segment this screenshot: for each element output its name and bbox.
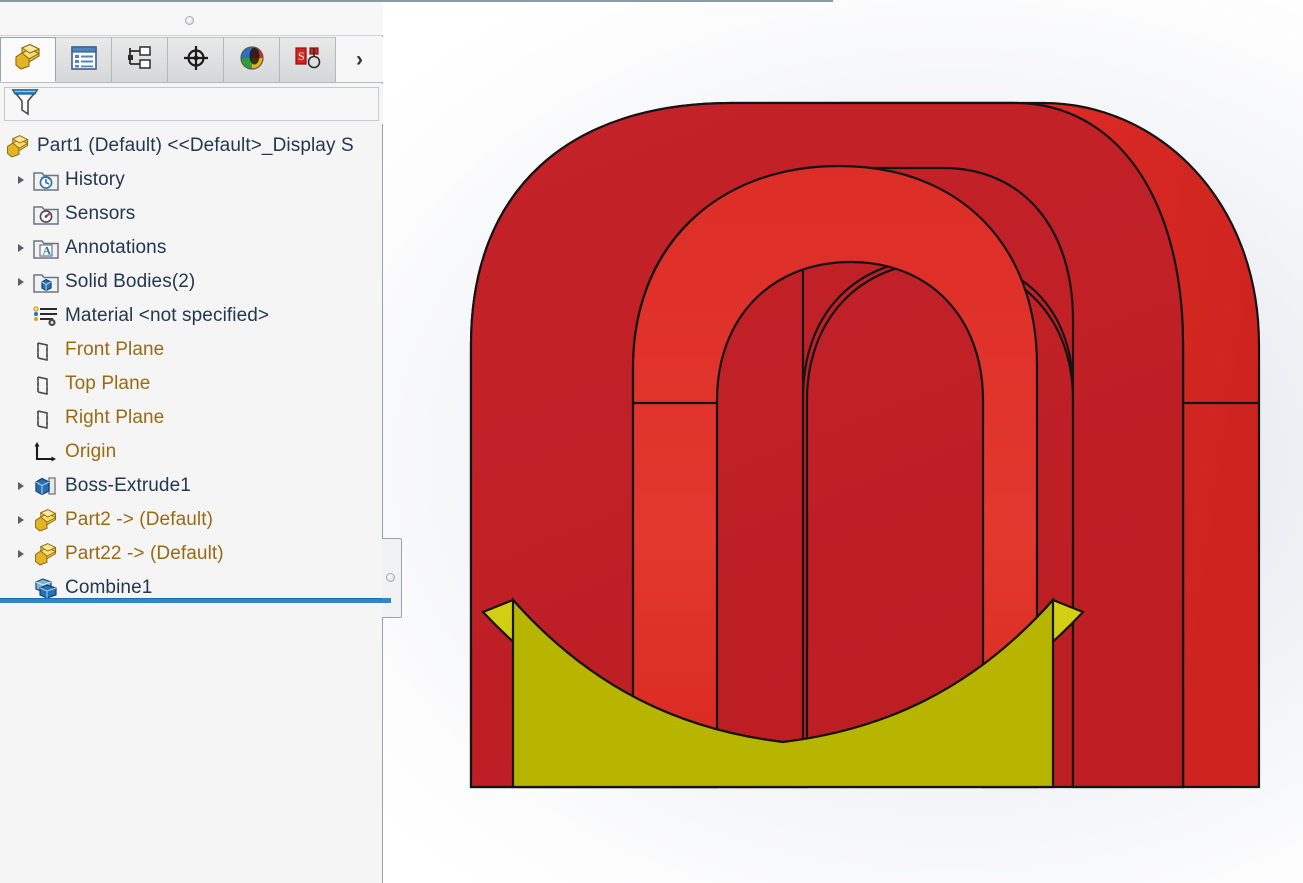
- svg-text:A: A: [43, 244, 52, 258]
- feature-tree[interactable]: Part1 (Default) <<Default>_Display S His…: [0, 127, 382, 599]
- property-list-icon: [71, 46, 97, 75]
- expand-triangle-icon[interactable]: [10, 244, 32, 252]
- tree-row[interactable]: Part22 -> (Default): [0, 537, 382, 571]
- tree-row[interactable]: History: [0, 163, 382, 197]
- tree-row-label: Top Plane: [65, 373, 150, 395]
- tree-row-label: Part22 -> (Default): [65, 543, 224, 565]
- filter-funnel-icon[interactable]: [11, 87, 39, 122]
- rollback-bar[interactable]: [0, 598, 382, 603]
- material-icon: [32, 303, 60, 329]
- solidworks-window: S ›: [0, 0, 1303, 883]
- solid-bodies-folder-icon: [32, 269, 60, 295]
- part-yellow-icon: [32, 541, 60, 567]
- display-sphere-icon: [238, 45, 266, 76]
- tree-row[interactable]: Top Plane: [0, 367, 382, 401]
- search-input[interactable]: [4, 87, 379, 121]
- plane-icon: [32, 405, 60, 431]
- tab-display-manager[interactable]: [224, 37, 280, 82]
- expand-triangle-icon[interactable]: [10, 278, 32, 286]
- part-yellow-icon: [4, 133, 32, 159]
- dimxpert-target-icon: [182, 45, 210, 76]
- tree-row-label: Part2 -> (Default): [65, 509, 213, 531]
- tab-feature-manager[interactable]: [0, 37, 56, 82]
- expand-triangle-icon[interactable]: [10, 550, 32, 558]
- tree-row-label: Annotations: [65, 237, 166, 259]
- tab-dimxpert-manager[interactable]: [168, 37, 224, 82]
- tree-row[interactable]: Boss-Extrude1: [0, 469, 382, 503]
- tree-row-label: Right Plane: [65, 407, 164, 429]
- tab-property-manager[interactable]: [56, 37, 112, 82]
- boss-extrude-icon: [32, 473, 60, 499]
- panel-side-splitter[interactable]: [382, 538, 402, 618]
- feature-manager-panel: S ›: [0, 0, 383, 883]
- tree-row-label: Solid Bodies(2): [65, 271, 195, 293]
- combine-icon: [32, 575, 60, 599]
- part-yellow-icon: [13, 44, 43, 75]
- simulation-icon: S: [294, 45, 322, 76]
- tree-row-label: Sensors: [65, 203, 135, 225]
- tree-row[interactable]: Material <not specified>: [0, 299, 382, 333]
- tree-row-label: History: [65, 169, 125, 191]
- expand-triangle-icon[interactable]: [10, 516, 32, 524]
- tree-row[interactable]: Sensors: [0, 197, 382, 231]
- tree-empty-area: [0, 604, 382, 883]
- rollback-bar-extension: [382, 598, 391, 603]
- tree-row-label: Origin: [65, 441, 116, 463]
- origin-icon: [32, 439, 60, 465]
- tree-row[interactable]: Solid Bodies(2): [0, 265, 382, 299]
- history-folder-icon: [32, 167, 60, 193]
- tree-row-root[interactable]: Part1 (Default) <<Default>_Display S: [0, 129, 382, 163]
- tab-configuration-manager[interactable]: [112, 37, 168, 82]
- sensors-folder-icon: [32, 201, 60, 227]
- plane-icon: [32, 371, 60, 397]
- expand-triangle-icon[interactable]: [10, 482, 32, 490]
- tree-row[interactable]: Part2 -> (Default): [0, 503, 382, 537]
- svg-text:S: S: [298, 49, 305, 63]
- arch-tunnel-part[interactable]: [383, 0, 1303, 883]
- tab-overflow-chevron-icon[interactable]: ›: [336, 37, 383, 82]
- tree-row[interactable]: Front Plane: [0, 333, 382, 367]
- tree-root-label: Part1 (Default) <<Default>_Display S: [37, 135, 354, 157]
- plane-icon: [32, 337, 60, 363]
- tree-row[interactable]: Right Plane: [0, 401, 382, 435]
- filter-text-input[interactable]: [39, 94, 378, 114]
- tree-row-label: Material <not specified>: [65, 305, 269, 327]
- tree-item-list: History Sensors A Annotations Solid Bodies(2…: [0, 163, 382, 599]
- splitter-handle-icon[interactable]: [386, 573, 395, 582]
- tree-row-label: Combine1: [65, 577, 152, 599]
- tree-row-label: Boss-Extrude1: [65, 475, 191, 497]
- tree-filter-row: [0, 84, 383, 124]
- annotations-folder-icon: A: [32, 235, 60, 261]
- configuration-icon: [127, 46, 153, 75]
- tree-row[interactable]: Combine1: [0, 571, 382, 599]
- panel-top-splitter[interactable]: [0, 0, 383, 36]
- graphics-area[interactable]: [383, 0, 1303, 883]
- splitter-handle-icon[interactable]: [185, 16, 194, 25]
- expand-triangle-icon[interactable]: [10, 176, 32, 184]
- part-yellow-icon: [32, 507, 60, 533]
- tree-row[interactable]: Origin: [0, 435, 382, 469]
- viewport-top-border: [383, 0, 833, 2]
- tree-row-label: Front Plane: [65, 339, 164, 361]
- tree-row[interactable]: A Annotations: [0, 231, 382, 265]
- manager-tab-row: S ›: [0, 37, 383, 83]
- tab-simulation-manager[interactable]: S: [280, 37, 336, 82]
